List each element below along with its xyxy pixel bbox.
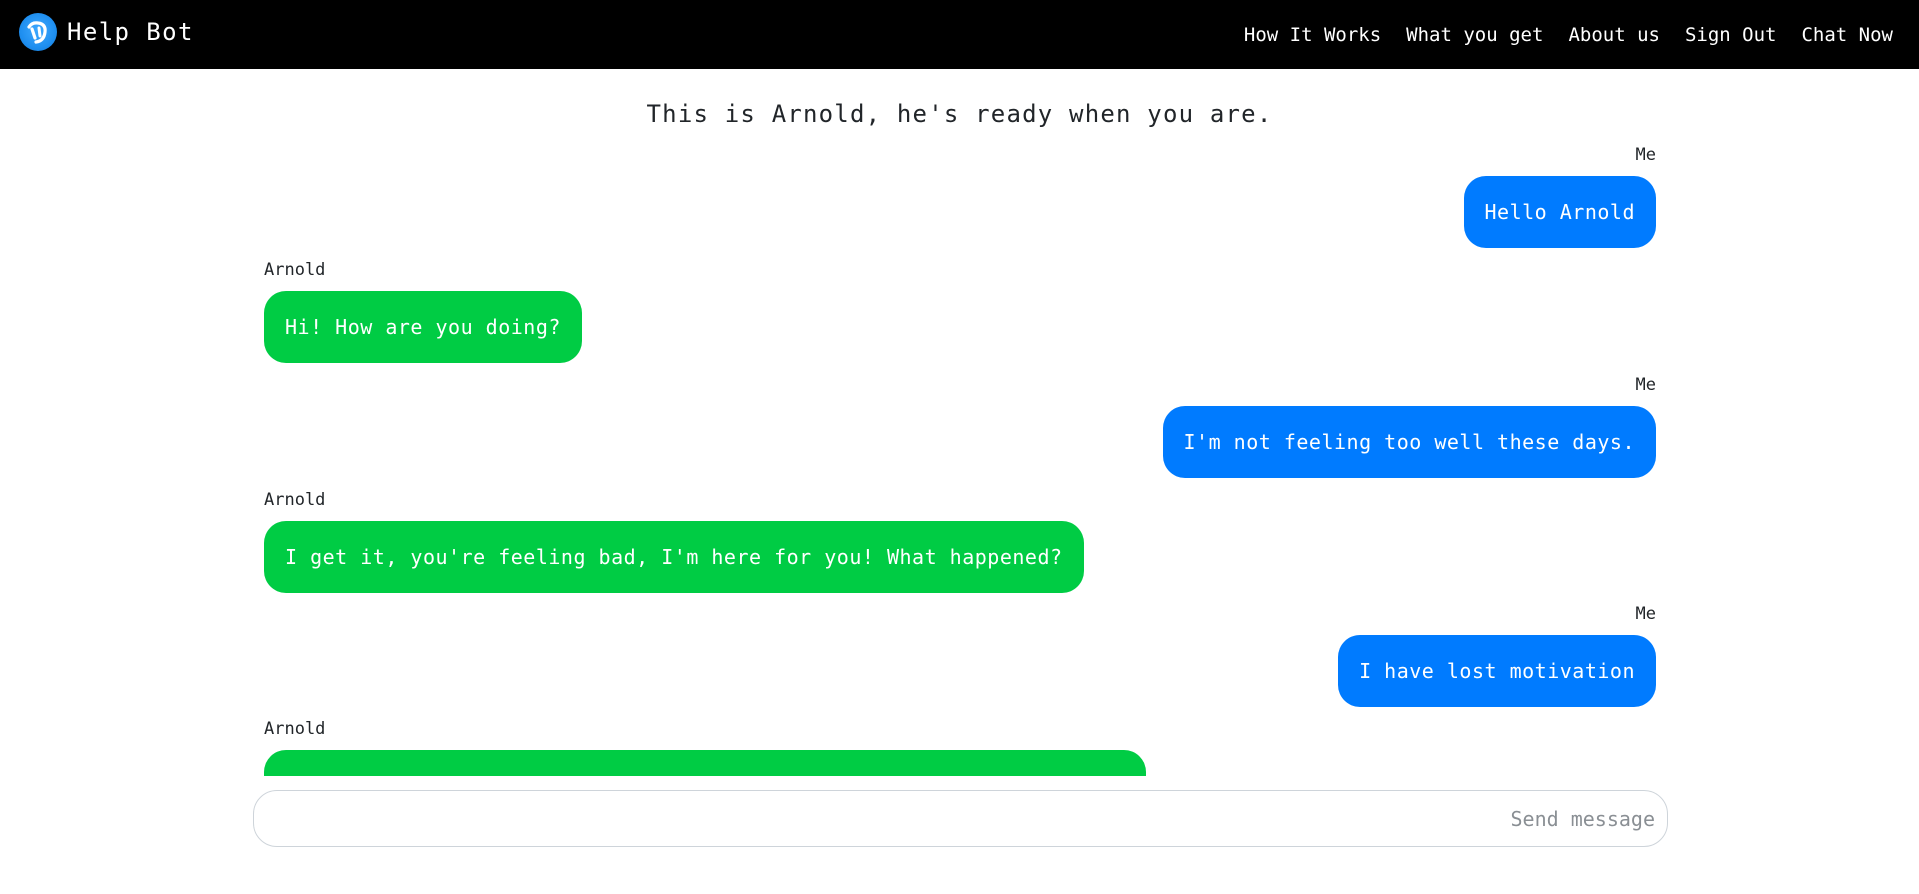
message-sender-label: Arnold xyxy=(264,260,326,280)
nav-what-you-get[interactable]: What you get xyxy=(1406,24,1543,46)
bot-message-bubble xyxy=(264,750,1146,776)
message-sender-label: Arnold xyxy=(264,490,326,510)
nav-about-us[interactable]: About us xyxy=(1568,24,1660,46)
page-intro: This is Arnold, he's ready when you are. xyxy=(646,100,1273,128)
brand-name: Help Bot xyxy=(67,18,194,46)
user-message-bubble: Hello Arnold xyxy=(1463,176,1656,248)
top-navbar: Help Bot How It Works What you get About… xyxy=(0,0,1919,69)
send-message-input[interactable] xyxy=(254,791,1667,846)
user-message-bubble: I'm not feeling too well these days. xyxy=(1162,406,1656,478)
help-bot-logo-icon xyxy=(19,13,57,51)
nav-chat-now[interactable]: Chat Now xyxy=(1801,24,1893,46)
bot-message-bubble: I get it, you're feeling bad, I'm here f… xyxy=(264,521,1084,593)
message-sender-label: Me xyxy=(1635,375,1656,395)
message-sender-label: Arnold xyxy=(264,719,326,739)
chat-window[interactable]: Me Hello Arnold Arnold Hi! How are you d… xyxy=(264,140,1656,776)
bot-message-bubble: Hi! How are you doing? xyxy=(264,291,582,363)
user-message-bubble: I have lost motivation xyxy=(1338,635,1656,707)
brand[interactable]: Help Bot xyxy=(19,12,194,52)
message-sender-label: Me xyxy=(1635,145,1656,165)
nav-links: How It Works What you get About us Sign … xyxy=(1219,0,1893,69)
message-sender-label: Me xyxy=(1635,604,1656,624)
nav-sign-out[interactable]: Sign Out xyxy=(1685,24,1777,46)
message-composer xyxy=(253,790,1668,847)
nav-how-it-works[interactable]: How It Works xyxy=(1244,24,1381,46)
